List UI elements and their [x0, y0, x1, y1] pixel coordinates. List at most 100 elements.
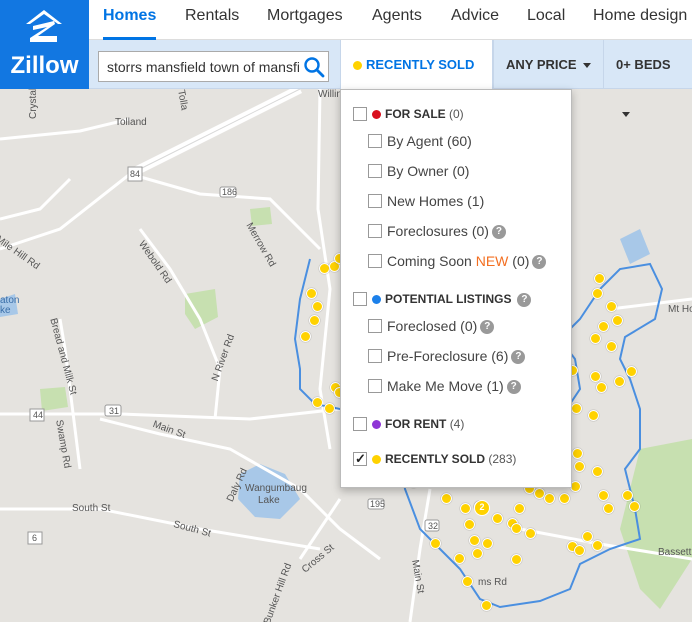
map-label-south-st: South St — [72, 503, 111, 514]
property-cluster-marker[interactable]: 2 — [474, 500, 490, 516]
property-marker[interactable] — [590, 333, 601, 344]
by-agent-option[interactable]: By Agent (60) — [368, 132, 472, 154]
price-filter-button[interactable]: ANY PRICE — [493, 40, 603, 89]
help-icon[interactable]: ? — [491, 225, 506, 240]
potential-listings-option[interactable]: POTENTIAL LISTINGS? — [353, 290, 532, 312]
make-me-move-checkbox[interactable] — [368, 379, 382, 394]
route-32-label: 32 — [428, 521, 439, 531]
pre-foreclosure-checkbox[interactable] — [368, 349, 382, 364]
property-marker[interactable] — [300, 331, 311, 342]
coming-soon-checkbox[interactable] — [368, 254, 382, 269]
map-label-crystal: Crystal — [28, 89, 39, 119]
property-marker[interactable] — [441, 493, 452, 504]
property-marker[interactable] — [525, 528, 536, 539]
property-marker[interactable] — [592, 288, 603, 299]
by-agent-checkbox[interactable] — [368, 134, 382, 149]
help-icon[interactable]: ? — [511, 350, 526, 365]
foreclosed-checkbox[interactable] — [368, 319, 382, 334]
coming-soon-option[interactable]: Coming Soon NEW (0)? — [368, 252, 547, 274]
for-sale-checkbox[interactable] — [353, 106, 367, 121]
help-icon[interactable]: ? — [480, 320, 495, 335]
property-marker[interactable] — [544, 493, 555, 504]
property-marker[interactable] — [464, 519, 475, 530]
property-marker[interactable] — [481, 600, 492, 611]
property-marker[interactable] — [594, 273, 605, 284]
property-marker[interactable] — [511, 523, 522, 534]
property-marker[interactable] — [454, 553, 465, 564]
property-marker[interactable] — [559, 493, 570, 504]
property-marker[interactable] — [469, 535, 480, 546]
help-icon[interactable]: ? — [517, 292, 532, 307]
new-homes-checkbox[interactable] — [368, 194, 382, 209]
nav-mortgages[interactable]: Mortgages — [267, 0, 343, 40]
property-marker[interactable] — [492, 513, 503, 524]
property-marker[interactable] — [606, 341, 617, 352]
property-marker[interactable] — [622, 490, 633, 501]
property-marker[interactable] — [614, 376, 625, 387]
property-marker[interactable] — [306, 288, 317, 299]
property-marker[interactable] — [582, 531, 593, 542]
foreclosures-count: (0) — [471, 223, 489, 239]
help-icon[interactable]: ? — [506, 380, 521, 395]
route-31-label: 31 — [109, 406, 120, 416]
property-marker[interactable] — [603, 503, 614, 514]
property-marker[interactable] — [309, 315, 320, 326]
foreclosed-option[interactable]: Foreclosed (0)? — [368, 317, 495, 339]
nav-local[interactable]: Local — [527, 0, 565, 40]
beds-filter-button[interactable]: 0+ BEDS — [603, 40, 692, 118]
pre-foreclosure-label: Pre-Foreclosure — [387, 348, 488, 364]
potential-listings-checkbox[interactable] — [353, 291, 367, 306]
property-marker[interactable] — [606, 301, 617, 312]
property-marker[interactable] — [324, 403, 335, 414]
for-rent-checkbox[interactable] — [353, 416, 367, 431]
property-marker[interactable] — [598, 321, 609, 332]
pre-foreclosure-option[interactable]: Pre-Foreclosure (6)? — [368, 347, 526, 369]
property-marker[interactable] — [598, 490, 609, 501]
property-marker[interactable] — [312, 301, 323, 312]
property-marker[interactable] — [514, 503, 525, 514]
for-rent-count: (4) — [449, 417, 465, 431]
by-owner-checkbox[interactable] — [368, 164, 382, 179]
new-homes-option[interactable]: New Homes (1) — [368, 192, 484, 214]
property-marker[interactable] — [511, 554, 522, 565]
nav-advice[interactable]: Advice — [451, 0, 499, 40]
search-input[interactable] — [99, 52, 299, 81]
property-marker[interactable] — [472, 548, 483, 559]
recently-sold-checkbox[interactable] — [353, 450, 367, 468]
property-marker[interactable] — [574, 545, 585, 556]
search-button[interactable] — [302, 55, 326, 79]
property-marker[interactable] — [572, 448, 583, 459]
foreclosures-option[interactable]: Foreclosures (0)? — [368, 222, 506, 244]
property-marker[interactable] — [574, 461, 585, 472]
nav-homes[interactable]: Homes — [103, 0, 157, 40]
nav-home-design[interactable]: Home design — [593, 0, 687, 40]
property-marker[interactable] — [430, 538, 441, 549]
property-marker[interactable] — [629, 501, 640, 512]
foreclosures-checkbox[interactable] — [368, 224, 382, 239]
property-marker[interactable] — [312, 397, 323, 408]
property-marker[interactable] — [460, 503, 471, 514]
property-marker[interactable] — [462, 576, 473, 587]
zillow-logo[interactable]: Zillow — [0, 0, 89, 89]
recently-sold-option[interactable]: RECENTLY SOLD (283) — [353, 450, 516, 472]
map-label-mt-ho: Mt Ho — [668, 304, 692, 315]
property-marker[interactable] — [588, 410, 599, 421]
property-marker[interactable] — [592, 466, 603, 477]
property-marker[interactable] — [612, 315, 623, 326]
for-rent-option[interactable]: FOR RENT (4) — [353, 415, 464, 437]
make-me-move-option[interactable]: Make Me Move (1)? — [368, 377, 521, 399]
for-sale-option[interactable]: FOR SALE (0) — [353, 105, 464, 127]
property-marker[interactable] — [590, 371, 601, 382]
route-84-label: 84 — [130, 169, 141, 179]
by-owner-option[interactable]: By Owner (0) — [368, 162, 469, 184]
new-badge: NEW — [475, 253, 509, 269]
property-marker[interactable] — [592, 540, 603, 551]
nav-agents[interactable]: Agents — [372, 0, 422, 40]
property-marker[interactable] — [571, 403, 582, 414]
property-marker[interactable] — [482, 538, 493, 549]
help-icon[interactable]: ? — [532, 255, 547, 270]
listing-type-filter-button[interactable]: RECENTLY SOLD — [340, 40, 493, 118]
property-marker[interactable] — [596, 382, 607, 393]
property-marker[interactable] — [626, 366, 637, 377]
nav-rentals[interactable]: Rentals — [185, 0, 239, 40]
